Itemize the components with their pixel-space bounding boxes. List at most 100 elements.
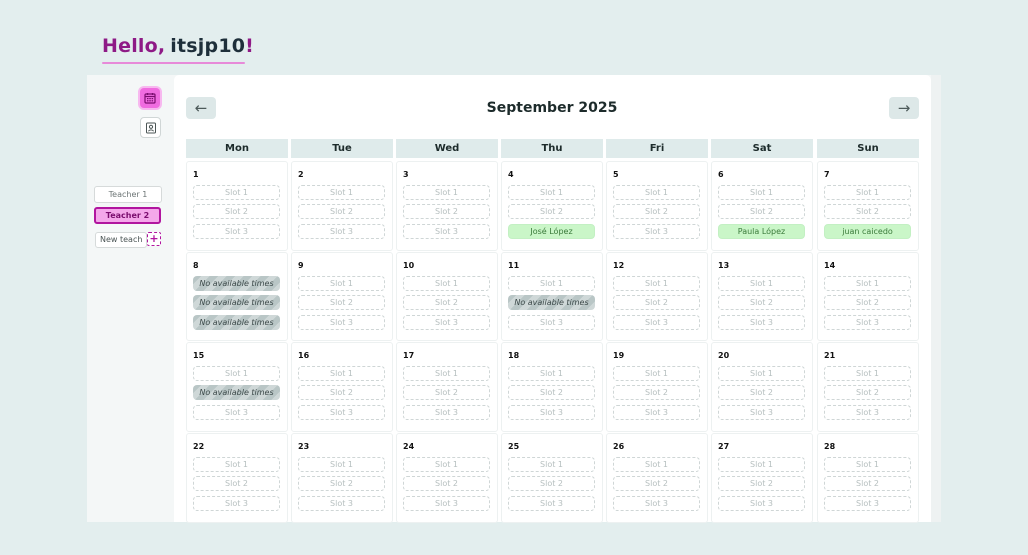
time-slot[interactable]: Slot 2 — [508, 204, 595, 219]
time-slot[interactable]: Slot 3 — [508, 315, 595, 330]
time-slot[interactable]: Slot 3 — [298, 496, 385, 511]
time-slot[interactable]: Slot 1 — [193, 185, 280, 200]
time-slot[interactable]: Slot 1 — [613, 185, 700, 200]
time-slot[interactable]: Slot 1 — [824, 185, 911, 200]
time-slot[interactable]: Slot 2 — [824, 204, 911, 219]
teacher-tab-1[interactable]: Teacher 1 — [94, 186, 162, 203]
booked-slot[interactable]: Paula López — [718, 224, 805, 239]
time-slot[interactable]: Slot 2 — [298, 385, 385, 400]
time-slot[interactable]: Slot 2 — [824, 476, 911, 491]
day-cell: 25 Slot 1 Slot 2 Slot 3 — [501, 433, 603, 523]
teacher-tab-2[interactable]: Teacher 2 — [94, 207, 161, 224]
time-slot[interactable]: Slot 3 — [613, 496, 700, 511]
day-cell: 2 Slot 1 Slot 2 Slot 3 — [291, 161, 393, 251]
time-slot[interactable]: Slot 1 — [613, 276, 700, 291]
time-slot[interactable]: Slot 2 — [298, 204, 385, 219]
time-slot[interactable]: Slot 2 — [613, 385, 700, 400]
time-slot[interactable]: Slot 1 — [298, 185, 385, 200]
time-slot[interactable]: Slot 2 — [824, 385, 911, 400]
time-slot[interactable]: Slot 3 — [718, 496, 805, 511]
next-month-button[interactable]: → — [889, 97, 919, 119]
time-slot[interactable]: Slot 3 — [193, 405, 280, 420]
day-number: 2 — [298, 170, 304, 179]
time-slot[interactable]: Slot 2 — [403, 295, 490, 310]
time-slot[interactable]: Slot 1 — [193, 366, 280, 381]
time-slot[interactable]: Slot 2 — [508, 385, 595, 400]
weekday-header-fri: Fri — [606, 139, 708, 158]
time-slot[interactable]: Slot 3 — [298, 315, 385, 330]
time-slot[interactable]: Slot 2 — [718, 476, 805, 491]
time-slot[interactable]: Slot 2 — [193, 476, 280, 491]
day-number: 15 — [193, 351, 205, 360]
new-teacher-input[interactable]: New teach — [95, 232, 147, 248]
time-slot[interactable]: Slot 2 — [718, 385, 805, 400]
time-slot[interactable]: Slot 3 — [298, 405, 385, 420]
time-slot[interactable]: Slot 3 — [824, 496, 911, 511]
time-slot[interactable]: Slot 3 — [613, 315, 700, 330]
time-slot[interactable]: Slot 1 — [508, 185, 595, 200]
time-slot[interactable]: Slot 1 — [298, 366, 385, 381]
time-slot[interactable]: Slot 1 — [508, 276, 595, 291]
time-slot[interactable]: Slot 2 — [508, 476, 595, 491]
time-slot[interactable]: Slot 3 — [403, 224, 490, 239]
weekday-header-wed: Wed — [396, 139, 498, 158]
time-slot[interactable]: Slot 1 — [403, 366, 490, 381]
time-slot[interactable]: Slot 1 — [718, 185, 805, 200]
day-cell: 4 Slot 1 Slot 2 José López — [501, 161, 603, 251]
time-slot[interactable]: Slot 3 — [718, 315, 805, 330]
booked-slot[interactable]: juan caicedo — [824, 224, 911, 239]
time-slot[interactable]: Slot 1 — [298, 276, 385, 291]
time-slot[interactable]: Slot 1 — [824, 457, 911, 472]
time-slot[interactable]: Slot 1 — [193, 457, 280, 472]
greeting-username: itsjp10 — [170, 35, 246, 57]
unavailable-slot: No available times — [193, 315, 280, 330]
day-cell: 8 No available times No available times No … — [186, 252, 288, 341]
time-slot[interactable]: Slot 2 — [403, 204, 490, 219]
time-slot[interactable]: Slot 1 — [508, 457, 595, 472]
day-number: 10 — [403, 261, 415, 270]
time-slot[interactable]: Slot 1 — [613, 366, 700, 381]
day-cell: 18 Slot 1 Slot 2 Slot 3 — [501, 342, 603, 432]
time-slot[interactable]: Slot 2 — [403, 385, 490, 400]
time-slot[interactable]: Slot 2 — [613, 476, 700, 491]
time-slot[interactable]: Slot 3 — [824, 315, 911, 330]
time-slot[interactable]: Slot 2 — [824, 295, 911, 310]
time-slot[interactable]: Slot 2 — [298, 476, 385, 491]
time-slot[interactable]: Slot 1 — [718, 366, 805, 381]
time-slot[interactable]: Slot 2 — [298, 295, 385, 310]
time-slot[interactable]: Slot 1 — [298, 457, 385, 472]
add-teacher-button[interactable]: + — [147, 232, 161, 246]
time-slot[interactable]: Slot 1 — [403, 185, 490, 200]
time-slot[interactable]: Slot 1 — [824, 276, 911, 291]
time-slot[interactable]: Slot 3 — [403, 405, 490, 420]
time-slot[interactable]: Slot 1 — [824, 366, 911, 381]
time-slot[interactable]: Slot 3 — [193, 224, 280, 239]
time-slot[interactable]: Slot 1 — [508, 366, 595, 381]
time-slot[interactable]: Slot 3 — [193, 496, 280, 511]
time-slot[interactable]: Slot 3 — [298, 224, 385, 239]
time-slot[interactable]: Slot 1 — [613, 457, 700, 472]
time-slot[interactable]: Slot 2 — [718, 204, 805, 219]
time-slot[interactable]: Slot 2 — [613, 295, 700, 310]
prev-month-button[interactable]: ← — [186, 97, 216, 119]
time-slot[interactable]: Slot 2 — [193, 204, 280, 219]
calendar-nav-button[interactable] — [140, 88, 160, 108]
time-slot[interactable]: Slot 1 — [403, 457, 490, 472]
time-slot[interactable]: Slot 3 — [613, 405, 700, 420]
time-slot[interactable]: Slot 3 — [718, 405, 805, 420]
time-slot[interactable]: Slot 1 — [718, 276, 805, 291]
booked-slot[interactable]: José López — [508, 224, 595, 239]
time-slot[interactable]: Slot 3 — [508, 405, 595, 420]
time-slot[interactable]: Slot 3 — [403, 315, 490, 330]
time-slot[interactable]: Slot 2 — [403, 476, 490, 491]
contacts-nav-button[interactable] — [140, 117, 161, 138]
time-slot[interactable]: Slot 3 — [613, 224, 700, 239]
time-slot[interactable]: Slot 2 — [718, 295, 805, 310]
time-slot[interactable]: Slot 1 — [403, 276, 490, 291]
time-slot[interactable]: Slot 2 — [613, 204, 700, 219]
time-slot[interactable]: Slot 3 — [508, 496, 595, 511]
time-slot[interactable]: Slot 3 — [824, 405, 911, 420]
time-slot[interactable]: Slot 1 — [718, 457, 805, 472]
day-cell: 10 Slot 1 Slot 2 Slot 3 — [396, 252, 498, 341]
time-slot[interactable]: Slot 3 — [403, 496, 490, 511]
